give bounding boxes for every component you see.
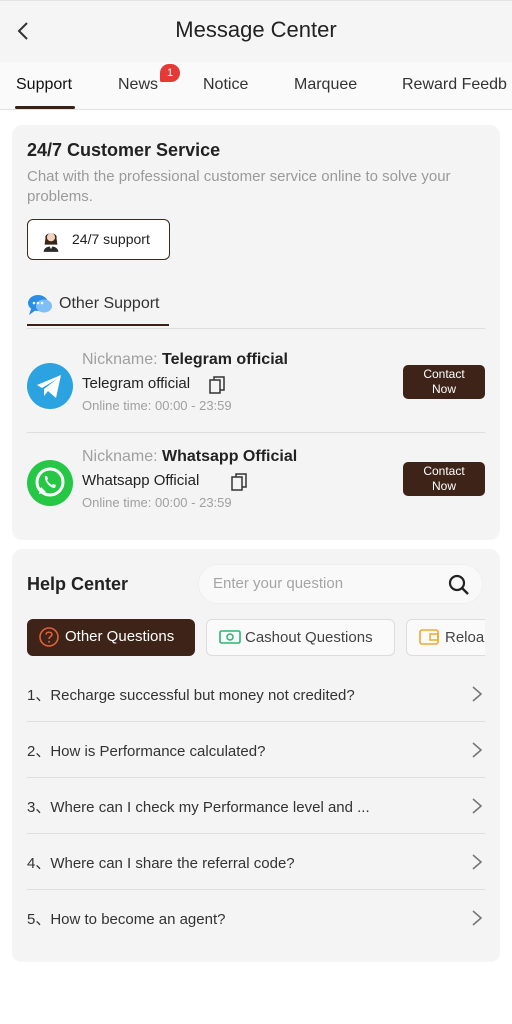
copy-icon[interactable] (231, 473, 247, 491)
online-time-label: Online time: (82, 495, 152, 510)
other-support-underline (27, 324, 169, 326)
question-category-tabs: Other Questions Cashout Questions Reloa (27, 619, 485, 656)
contact-telegram: Nickname: Telegram official Telegram off… (27, 351, 485, 431)
tab-news[interactable]: News (118, 76, 158, 94)
question-circle-icon (39, 627, 59, 647)
divider (27, 328, 485, 329)
faq-question: 5、How to become an agent? (27, 911, 226, 928)
faq-question: 4、Where can I share the referral code? (27, 855, 295, 872)
chevron-right-icon (472, 854, 483, 870)
contact-now-label-line1: Contact (423, 464, 465, 478)
nickname-value: Telegram official (162, 351, 288, 368)
support-247-button[interactable]: 24/7 support (27, 219, 170, 260)
contact-now-label-line2: Now (431, 479, 456, 493)
help-center-card: Help Center Other Questions Cashout Ques… (12, 549, 500, 962)
customer-service-card: 24/7 Customer Service Chat with the prof… (12, 125, 500, 540)
customer-service-description: Chat with the professional customer serv… (27, 168, 451, 205)
faq-question: 3、Where can I check my Performance level… (27, 799, 370, 816)
tab-support[interactable]: Support (16, 76, 72, 94)
chevron-right-icon (472, 742, 483, 758)
online-time-value: 00:00 - 23:59 (155, 495, 232, 510)
category-label: Reloa (445, 629, 485, 646)
category-label: Other Questions (65, 628, 175, 645)
question-search-input[interactable] (211, 574, 435, 593)
faq-question: 2、How is Performance calculated? (27, 743, 266, 760)
tab-notice[interactable]: Notice (203, 76, 248, 94)
top-bar: Message Center (0, 0, 512, 62)
wallet-icon (419, 629, 439, 645)
contact-now-label-line1: Contact (423, 367, 465, 381)
category-other-questions[interactable]: Other Questions (27, 619, 195, 656)
copy-icon[interactable] (209, 376, 225, 394)
category-reload[interactable]: Reloa (406, 619, 485, 656)
online-time-label: Online time: (82, 398, 152, 413)
customer-service-title: 24/7 Customer Service (27, 140, 221, 160)
other-support-label: Other Support (59, 295, 160, 312)
online-time-value: 00:00 - 23:59 (155, 398, 232, 413)
faq-item[interactable]: 1、Recharge successful but money not cred… (27, 666, 485, 722)
tab-bar: Support News Notice Marquee Reward Feedb (0, 62, 512, 110)
nickname-label: Nickname: (82, 351, 158, 368)
page-title: Message Center (175, 17, 337, 42)
chat-bubbles-icon (28, 295, 52, 315)
faq-item[interactable]: 4、Where can I share the referral code? (27, 834, 485, 890)
faq-item[interactable]: 2、How is Performance calculated? (27, 722, 485, 778)
cash-icon (219, 630, 241, 644)
tab-marquee[interactable]: Marquee (294, 76, 357, 94)
help-center-title: Help Center (27, 574, 129, 594)
contact-whatsapp: Nickname: Whatsapp Official Whatsapp Off… (27, 448, 485, 528)
chevron-right-icon (472, 910, 483, 926)
agent-avatar-icon (43, 233, 59, 252)
active-tab-indicator (15, 106, 75, 109)
faq-question: 1、Recharge successful but money not cred… (27, 687, 355, 704)
tab-reward-feedback[interactable]: Reward Feedb (402, 76, 507, 94)
support-247-label: 24/7 support (72, 231, 150, 247)
chevron-right-icon (472, 686, 483, 702)
contact-now-button[interactable]: Contact Now (403, 462, 485, 496)
faq-item[interactable]: 3、Where can I check my Performance level… (27, 778, 485, 834)
account-name: Whatsapp Official (82, 472, 200, 489)
whatsapp-icon (27, 460, 73, 506)
account-name: Telegram official (82, 375, 191, 392)
divider (27, 432, 485, 433)
nickname-label: Nickname: (82, 448, 158, 465)
chevron-right-icon (472, 798, 483, 814)
contact-now-label-line2: Now (431, 382, 456, 396)
contact-now-button[interactable]: Contact Now (403, 365, 485, 399)
category-cashout-questions[interactable]: Cashout Questions (206, 619, 395, 656)
category-label: Cashout Questions (245, 629, 373, 646)
question-search-box (198, 564, 483, 604)
nickname-value: Whatsapp Official (162, 448, 298, 465)
news-notification-badge: 1 (160, 64, 180, 82)
search-icon[interactable] (448, 574, 470, 596)
faq-item[interactable]: 5、How to become an agent? (27, 890, 485, 946)
telegram-icon (27, 363, 73, 409)
